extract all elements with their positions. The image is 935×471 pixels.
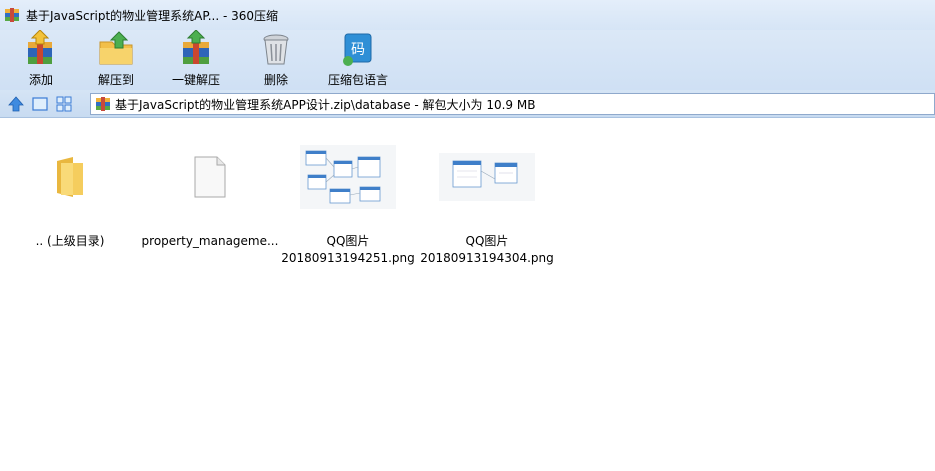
archive-language-icon: 码 <box>343 33 372 66</box>
folder-icon <box>57 157 83 197</box>
app-zip-icon <box>5 8 19 22</box>
file-name: QQ图片 20180913194304.png <box>420 234 554 265</box>
delete-label: 删除 <box>263 73 288 87</box>
archive-language-button[interactable]: 码 压缩包语言 <box>316 30 400 90</box>
extract-to-label: 解压到 <box>97 73 134 87</box>
address-row: 基于JavaScript的物业管理系统APP设计.zip\database - … <box>0 90 935 118</box>
add-archive-icon <box>28 30 52 64</box>
delete-button[interactable]: 删除 <box>236 30 316 90</box>
document-icon <box>194 156 226 198</box>
one-click-extract-button[interactable]: 一键解压 <box>156 30 236 90</box>
image-thumbnail-icon <box>300 145 396 209</box>
arrow-up-icon <box>8 95 24 111</box>
archive-language-label: 压缩包语言 <box>327 73 388 87</box>
delete-icon <box>263 34 289 65</box>
one-click-extract-label: 一键解压 <box>171 73 220 87</box>
up-button[interactable] <box>6 94 26 114</box>
title-bar: 基于JavaScript的物业管理系统AP... - 360压缩 <box>0 0 935 30</box>
image-thumbnail-icon <box>439 153 535 201</box>
file-item-qq-image-1[interactable]: QQ图片 20180913194251.png <box>278 135 418 267</box>
file-item-property-management[interactable]: property_manageme... <box>140 135 280 250</box>
view-large-icons-button[interactable] <box>30 94 50 114</box>
file-name: QQ图片 20180913194251.png <box>281 234 415 265</box>
file-list: .. (上级目录) property_manageme... QQ图片 2018… <box>0 119 935 471</box>
address-bar[interactable]: 基于JavaScript的物业管理系统APP设计.zip\database - … <box>90 93 935 115</box>
file-item-qq-image-2[interactable]: QQ图片 20180913194304.png <box>417 135 557 267</box>
file-name: property_manageme... <box>141 234 279 248</box>
add-label: 添加 <box>28 73 53 87</box>
file-name: .. (上级目录) <box>35 234 105 248</box>
toolbar: 添加 解压到 一键解压 删除 码 压缩包语言 <box>0 30 935 90</box>
add-button[interactable]: 添加 <box>6 30 76 90</box>
zip-archive-icon <box>96 97 110 111</box>
file-item-parent-folder[interactable]: .. (上级目录) <box>0 135 140 250</box>
view-list-button[interactable] <box>54 94 74 114</box>
svg-text:码: 码 <box>351 42 365 58</box>
one-click-extract-icon <box>183 30 209 64</box>
extract-to-button[interactable]: 解压到 <box>76 30 156 90</box>
window-title: 基于JavaScript的物业管理系统AP... - 360压缩 <box>26 8 279 23</box>
grid-view-icon <box>56 96 72 111</box>
address-path: 基于JavaScript的物业管理系统APP设计.zip\database - … <box>115 97 536 112</box>
large-icons-view-icon <box>32 96 48 111</box>
extract-to-icon <box>99 31 133 65</box>
